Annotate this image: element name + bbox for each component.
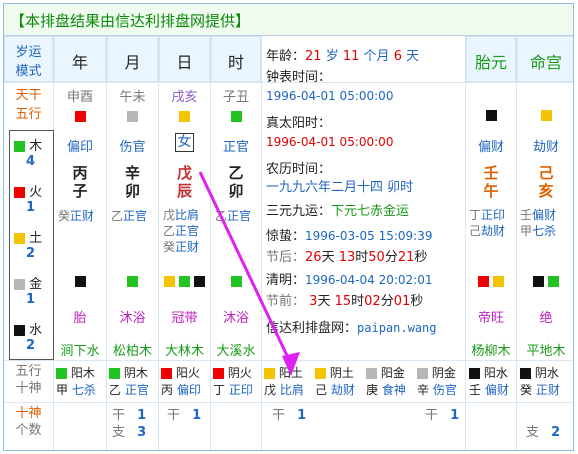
- paipan-result-frame: 【本排盘结果由信达利排盘网提供】 岁运 模式 年 月 日 时 胎元 命宫 天干 五行…: [3, 3, 574, 451]
- annotation-arrow: [198, 171, 300, 376]
